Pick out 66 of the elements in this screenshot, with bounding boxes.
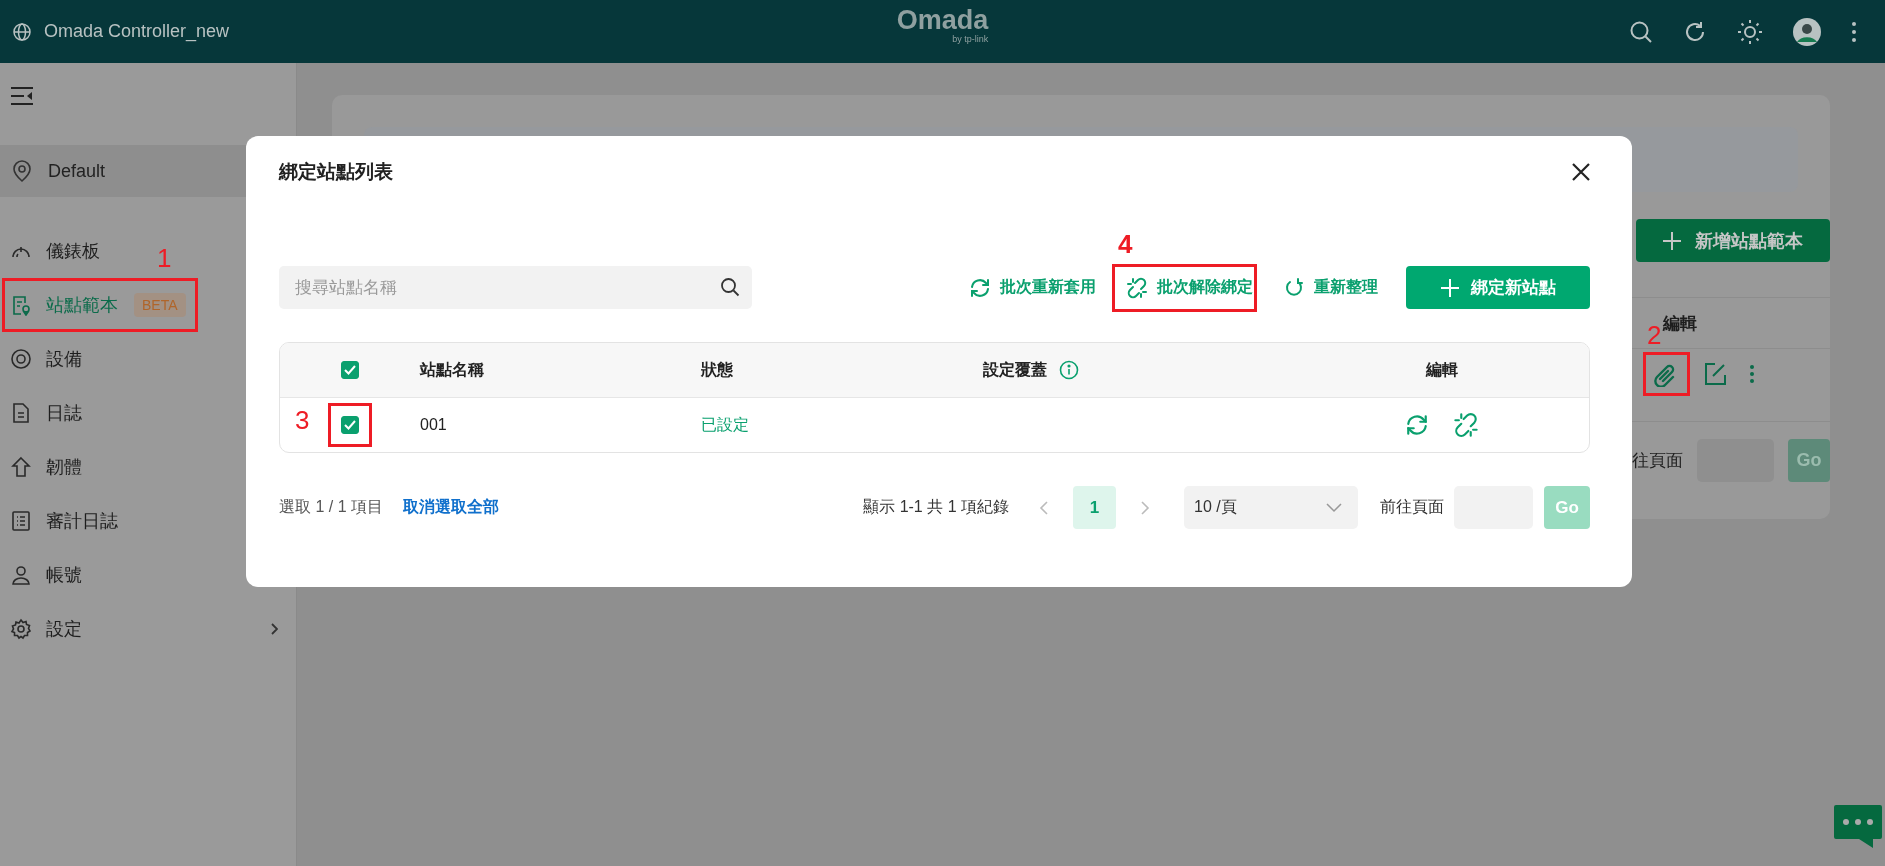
next-page-icon[interactable]	[1140, 499, 1150, 516]
action-link[interactable]: 批次重新套用	[961, 267, 1104, 308]
close-icon[interactable]	[1572, 163, 1590, 181]
clear-selection-link[interactable]: 取消選取全部	[403, 497, 500, 518]
column-header: 狀態	[701, 359, 733, 380]
status-text: 已設定	[701, 414, 749, 435]
plus-icon	[1663, 231, 1681, 250]
chevron-down-icon	[1326, 502, 1342, 513]
edit-icon[interactable]	[1703, 362, 1727, 386]
sync-icon	[969, 276, 991, 299]
search-field[interactable]: 搜尋站點名稱	[279, 266, 752, 309]
select-all-checkbox[interactable]	[341, 361, 359, 379]
refresh-icon[interactable]	[1683, 19, 1707, 44]
chat-icon[interactable]	[1833, 804, 1883, 850]
menu-item[interactable]: 設定	[0, 602, 296, 656]
controller-name: Omada Controller_new	[44, 21, 230, 42]
action-link[interactable]: 重新整理	[1275, 267, 1386, 308]
plus-icon	[1440, 278, 1459, 297]
bind-site-button[interactable]: 綁定新站點	[1406, 266, 1590, 309]
document-icon	[10, 402, 32, 424]
disc-icon	[10, 348, 32, 370]
broken-link-icon[interactable]	[1452, 412, 1479, 438]
search-icon[interactable]	[1629, 19, 1653, 44]
info-icon[interactable]	[1059, 360, 1079, 380]
globe-icon	[12, 21, 32, 42]
row-checkbox[interactable]	[341, 416, 359, 434]
gear-icon	[10, 618, 32, 640]
more-icon[interactable]	[1851, 20, 1857, 43]
menu-item[interactable]: 韌體	[0, 440, 296, 494]
column-header: 編輯	[1425, 359, 1458, 380]
logo-tagline: by tp-link	[952, 34, 989, 44]
avatar-icon[interactable]	[1793, 17, 1821, 46]
list-icon	[10, 510, 32, 532]
sun-icon[interactable]	[1737, 18, 1763, 45]
table-cell: 001	[420, 416, 447, 434]
go-to-page-label: 前往頁面	[1380, 497, 1444, 517]
refresh-icon	[1283, 276, 1305, 299]
menu-item[interactable]: 設備	[0, 332, 296, 386]
beta-badge: BETA	[134, 293, 186, 317]
callout-number: 3	[295, 406, 310, 434]
up-arrow-icon	[10, 456, 32, 478]
column-header: 站點名稱	[420, 359, 484, 380]
page-size-select[interactable]: 10 /頁	[1184, 486, 1358, 529]
collapse-menu-icon[interactable]	[10, 86, 34, 106]
previous-page-icon[interactable]	[1039, 499, 1049, 516]
callout-box	[328, 403, 372, 447]
callout-number: 4	[1118, 229, 1133, 258]
menu-item[interactable]: 日誌	[0, 386, 296, 440]
sync-icon[interactable]	[1404, 413, 1429, 437]
selection-count: 選取 1 / 1 項目	[279, 497, 384, 517]
callout-number: 2	[1647, 321, 1662, 349]
document-pin-icon	[10, 294, 32, 316]
page-button[interactable]: 1	[1073, 486, 1116, 529]
column-header: 編輯	[1663, 312, 1697, 335]
location-pin-icon	[12, 160, 32, 182]
logo-text: Omada	[896, 6, 989, 34]
search-icon[interactable]	[720, 277, 740, 297]
record-summary: 顯示 1-1 共 1 項紀錄	[863, 497, 1009, 517]
person-icon	[10, 564, 32, 586]
column-header: 設定覆蓋	[983, 359, 1047, 380]
callout-box	[1643, 352, 1690, 396]
callout-number: 1	[157, 244, 172, 272]
add-template-button[interactable]: 新增站點範本	[1636, 219, 1830, 262]
broken-link-icon	[1126, 276, 1148, 299]
go-to-page-label: 往頁面	[1632, 450, 1683, 472]
menu-item[interactable]: 帳號	[0, 548, 296, 602]
